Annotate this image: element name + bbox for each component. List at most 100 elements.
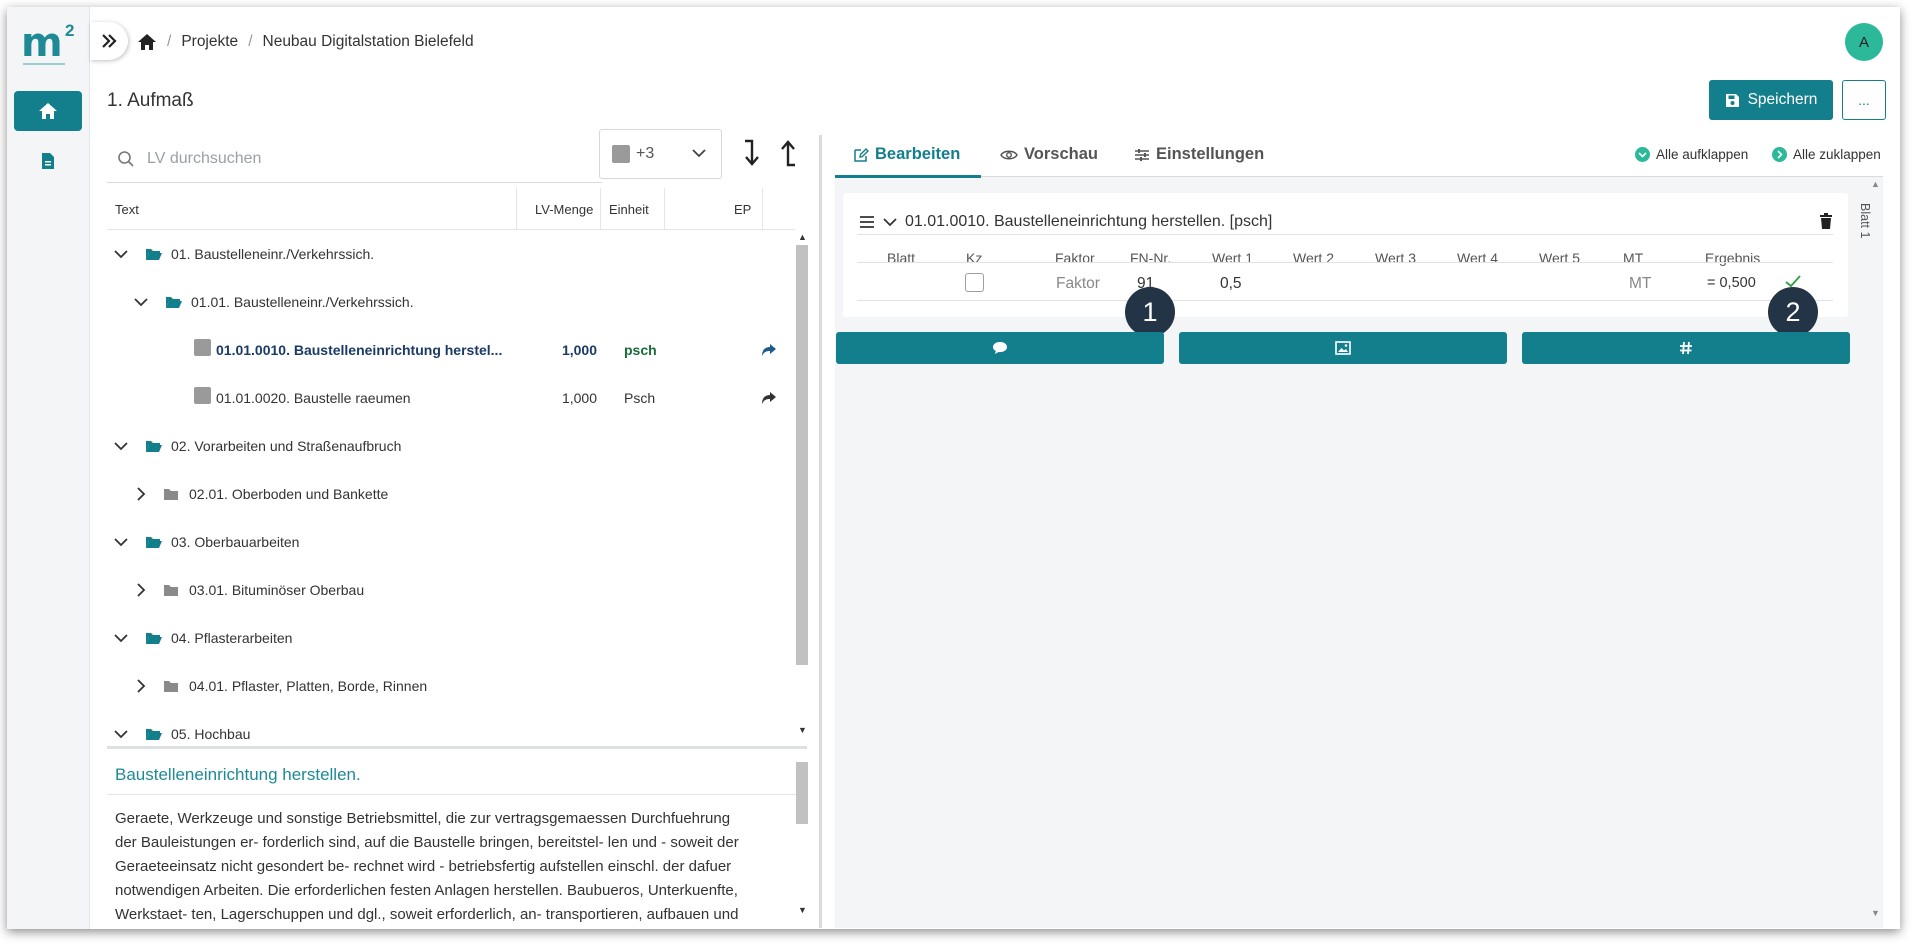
tree-row[interactable]: 02.01. Oberboden und Bankette [107, 470, 795, 518]
expand-sidebar-button[interactable] [90, 22, 128, 60]
chevron-down-icon[interactable] [113, 246, 129, 262]
eye-icon [1000, 150, 1018, 159]
folder-icon [164, 680, 178, 692]
column-header: Faktor [1055, 250, 1095, 266]
wert1-field[interactable]: 0,5 [1220, 275, 1242, 293]
collapse-up-button[interactable] [774, 136, 802, 170]
double-chevron-right-icon [102, 34, 117, 48]
tree-row[interactable]: 01.01. Baustelleneinr./Verkehrssich. [107, 278, 795, 326]
expand-all-link[interactable]: Alle aufklappen [1635, 147, 1748, 162]
sheet-tab[interactable]: Blatt 1 [1858, 203, 1872, 238]
tab-einstellungen[interactable]: Einstellungen [1134, 145, 1264, 164]
search-input[interactable]: LV durchsuchen [147, 150, 261, 168]
expand-all-label: Alle aufklappen [1656, 147, 1749, 162]
document-icon [42, 153, 54, 169]
scroll-up-arrow[interactable]: ▲ [1871, 179, 1880, 189]
rail-document-button[interactable] [14, 141, 82, 181]
rail-home-button[interactable] [14, 91, 82, 131]
tree-row[interactable]: 03.01. Bituminöser Oberbau [107, 566, 795, 614]
chevron-right-icon[interactable] [133, 582, 149, 598]
arrow-turn-down-icon [745, 139, 759, 166]
tab-vorschau[interactable]: Vorschau [1000, 145, 1098, 164]
chevron-down-icon[interactable] [113, 534, 129, 550]
hamburger-menu-icon[interactable] [859, 215, 875, 229]
column-header: Wert 2 [1293, 250, 1334, 266]
user-avatar[interactable]: A [1845, 23, 1883, 61]
tree-row[interactable]: 03. Oberbauarbeiten [107, 518, 795, 566]
tree-row-label: 03. Oberbauarbeiten [171, 534, 300, 550]
tree-row[interactable]: 04.01. Pflaster, Platten, Borde, Rinnen [107, 662, 795, 710]
description-scrollbar-thumb[interactable] [796, 762, 808, 824]
trash-icon[interactable] [1819, 213, 1833, 229]
lv-tree: 01. Baustelleneinr./Verkehrssich. 01.01.… [107, 230, 795, 741]
scroll-down-arrow[interactable]: ▼ [798, 905, 807, 915]
header-einheit: Einheit [609, 202, 649, 217]
folder-icon [164, 488, 178, 500]
panel-splitter[interactable] [819, 135, 822, 928]
chevron-down-icon[interactable] [113, 630, 129, 646]
card-divider [857, 300, 1833, 301]
column-header: Wert 3 [1375, 250, 1416, 266]
tree-row-unit: Psch [624, 390, 656, 406]
tab-label: Vorschau [1024, 145, 1098, 163]
tree-row-label: 04.01. Pflaster, Platten, Borde, Rinnen [189, 678, 428, 694]
tab-bearbeiten[interactable]: Bearbeiten [853, 145, 960, 164]
scroll-down-arrow[interactable]: ▼ [1871, 908, 1880, 918]
scroll-down-arrow[interactable]: ▼ [798, 725, 807, 735]
ergebnis-value: = 0,500 [1707, 275, 1756, 291]
tree-row[interactable]: 01. Baustelleneinr./Verkehrssich. [107, 230, 795, 278]
column-header: Ergebnis [1705, 250, 1761, 266]
tree-scrollbar-thumb[interactable] [796, 245, 808, 665]
column-header: MT [1623, 250, 1644, 266]
tree-row[interactable]: 04. Pflasterarbeiten [107, 614, 795, 662]
left-rail: m 2 [7, 7, 90, 929]
tree-row[interactable]: 05. Hochbau [107, 710, 795, 741]
column-header: Wert 1 [1212, 250, 1253, 266]
chevron-right-icon[interactable] [133, 678, 149, 694]
hashtag-icon [1680, 341, 1692, 355]
filter-color-swatch [612, 145, 630, 163]
mt-field[interactable]: MT [1629, 275, 1651, 293]
sliders-icon [1135, 148, 1149, 161]
tree-row[interactable]: 02. Vorarbeiten und Straßenaufbruch [107, 422, 795, 470]
breadcrumb-project[interactable]: Neubau Digitalstation Bielefeld [263, 33, 474, 51]
image-button[interactable] [1179, 332, 1507, 364]
panel-divider [107, 746, 807, 749]
chevron-down-icon[interactable] [113, 726, 129, 741]
expand-down-button[interactable] [738, 136, 766, 170]
scroll-up-arrow[interactable]: ▲ [798, 232, 807, 242]
share-icon[interactable] [761, 391, 777, 405]
filter-label: +3 [636, 145, 655, 162]
annotation-badge-2: 2 [1768, 287, 1818, 337]
breadcrumb-projects[interactable]: Projekte [181, 33, 238, 51]
collapse-all-link[interactable]: Alle zuklappen [1772, 147, 1881, 162]
breadcrumb: / Projekte / Neubau Digitalstation Biele… [137, 33, 474, 51]
chevron-down-icon[interactable] [113, 438, 129, 454]
save-button[interactable]: Speichern [1709, 80, 1833, 120]
annotation-badge-1: 1 [1125, 287, 1175, 337]
breadcrumb-separator: / [248, 33, 253, 50]
chevron-right-icon[interactable] [133, 486, 149, 502]
home-icon[interactable] [137, 33, 157, 51]
hashtag-button[interactable] [1522, 332, 1850, 364]
tree-row-selected[interactable]: 01.01.0010. Baustelleneinrichtung herste… [107, 326, 795, 374]
page-title: 1. Aufmaß [107, 90, 194, 111]
filter-select[interactable]: +3 [599, 129, 722, 179]
search-bar[interactable]: LV durchsuchen [107, 135, 602, 183]
folder-open-icon [146, 249, 162, 260]
app-logo[interactable]: m 2 [21, 21, 77, 69]
tree-row-qty: 1,000 [561, 390, 597, 406]
description-line: Geraeteeinsatz nicht gesondert be- rechn… [115, 858, 732, 875]
chevron-down-icon[interactable] [883, 217, 897, 227]
comment-button[interactable] [836, 332, 1164, 364]
tree-row[interactable]: 01.01.0020. Baustelle raeumen 1,000 Psch [107, 374, 795, 422]
share-icon[interactable] [761, 343, 777, 357]
chevron-down-icon[interactable] [133, 294, 149, 310]
folder-open-icon [146, 633, 162, 644]
logo-superscript: 2 [65, 21, 75, 40]
tab-label: Bearbeiten [875, 145, 961, 163]
more-options-button[interactable]: ... [1842, 80, 1886, 120]
kz-checkbox[interactable] [965, 273, 984, 292]
faktor-field[interactable]: Faktor [1056, 275, 1100, 293]
image-icon [1335, 341, 1351, 355]
